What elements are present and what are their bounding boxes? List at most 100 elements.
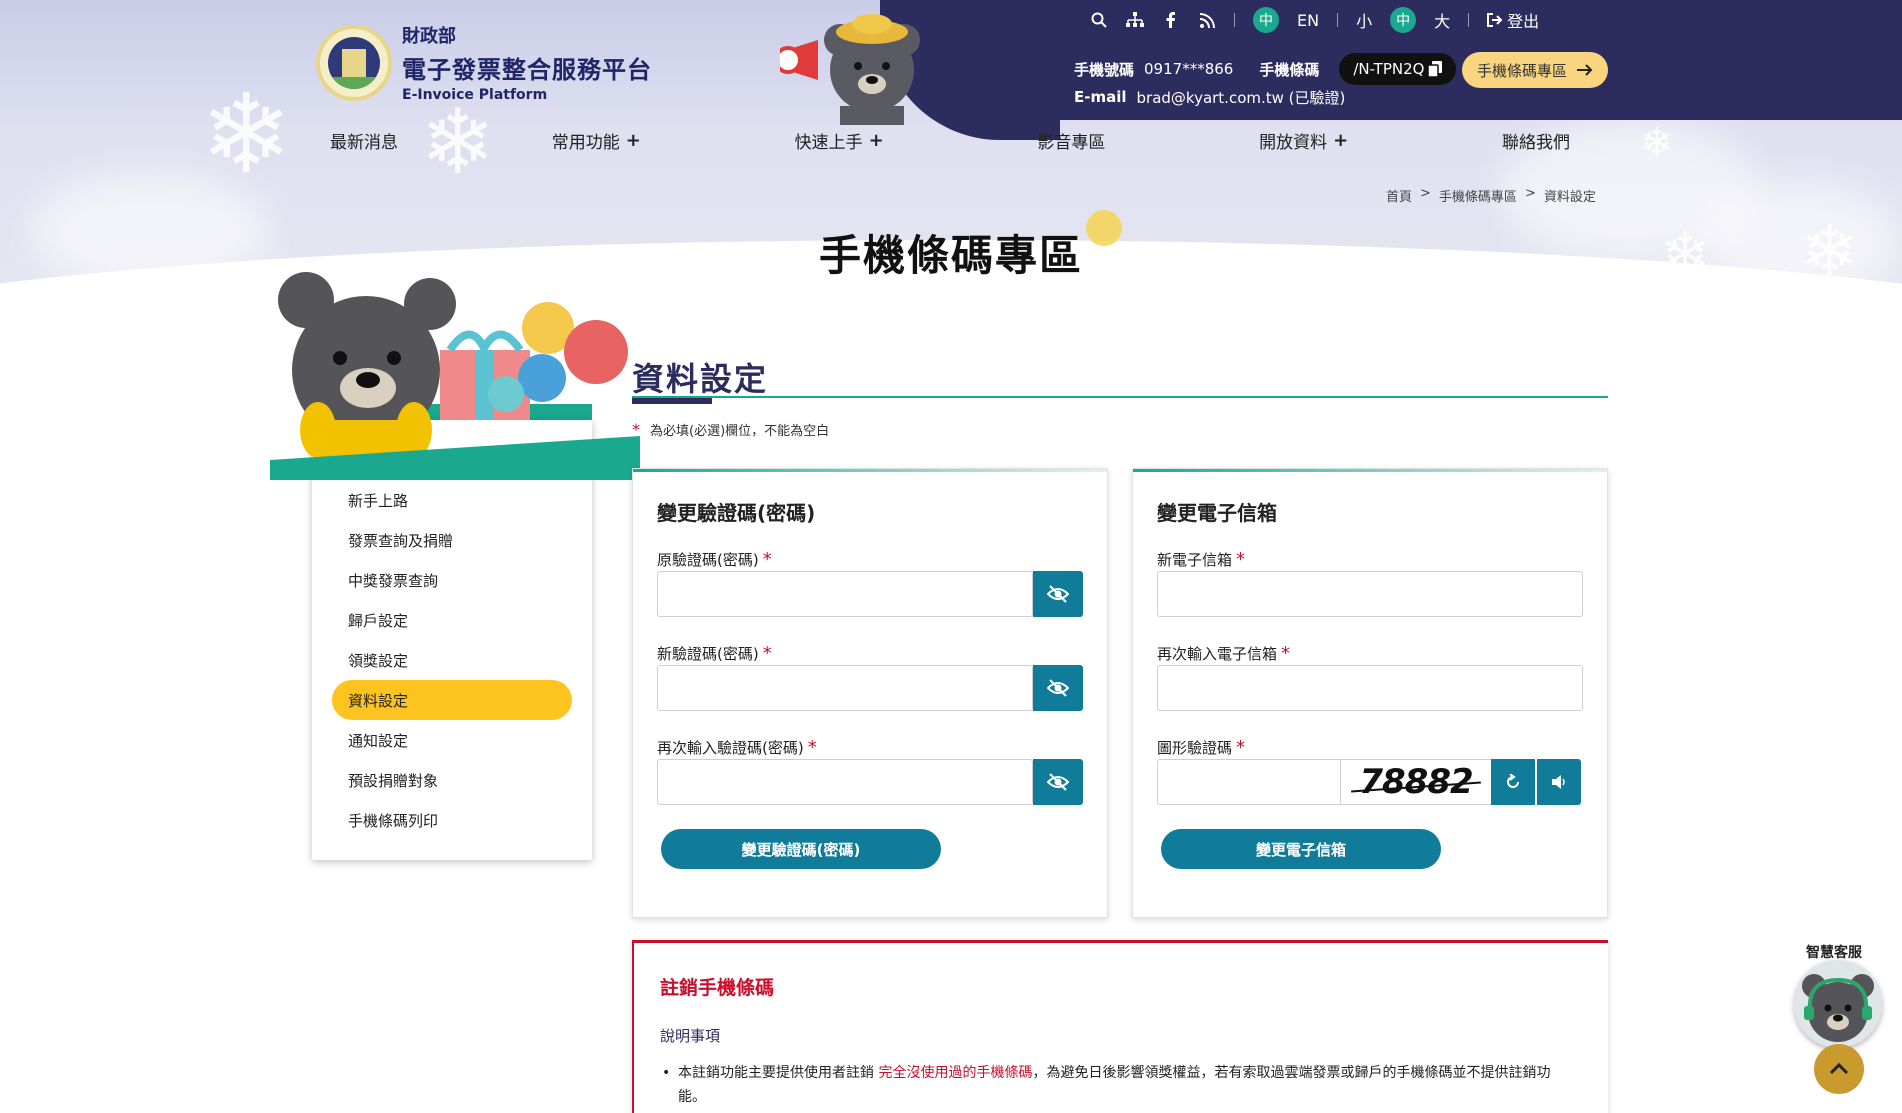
- confirm-password-label: 再次輸入驗證碼(密碼) *: [657, 737, 817, 758]
- captcha-input[interactable]: [1157, 759, 1341, 805]
- refresh-icon: [1507, 774, 1519, 788]
- carrier-value: /N-TPN2Q: [1353, 60, 1425, 78]
- sidebar-item[interactable]: 中獎發票查詢: [332, 560, 572, 600]
- toggle-visibility-button[interactable]: [1033, 759, 1083, 805]
- main-nav: 最新消息 常用功能 + 快速上手 + 影音專區 開放資料 + 聯絡我們: [330, 128, 1570, 153]
- breadcrumb-separator: >: [1420, 186, 1431, 201]
- required-star: *: [632, 420, 640, 439]
- site-logo[interactable]: 財政部 電子發票整合服務平台 E-Invoice Platform: [316, 22, 652, 103]
- confirm-email-label: 再次輸入電子信箱 *: [1157, 643, 1291, 664]
- logout-button[interactable]: 登出: [1487, 8, 1539, 32]
- lang-zh-button[interactable]: 中: [1253, 7, 1279, 33]
- confirm-password-input[interactable]: [657, 759, 1033, 805]
- captcha-text: 78882: [1359, 762, 1473, 802]
- cancel-panel-description: 本註銷功能主要提供使用者註銷 完全沒使用過的手機條碼，為避免日後影響領獎權益，若…: [662, 1061, 1578, 1109]
- sitemap-icon[interactable]: [1126, 11, 1144, 29]
- eye-slash-icon: [1047, 679, 1069, 697]
- nav-item[interactable]: 影音專區: [1037, 128, 1105, 153]
- chatbot-avatar[interactable]: [1794, 960, 1882, 1048]
- logout-label: 登出: [1507, 12, 1540, 31]
- new-email-input[interactable]: [1157, 571, 1583, 617]
- cancel-barcode-panel: 註銷手機條碼 說明事項 本註銷功能主要提供使用者註銷 完全沒使用過的手機條碼，為…: [632, 940, 1608, 1113]
- divider: [1234, 13, 1235, 27]
- rss-icon[interactable]: [1198, 11, 1216, 29]
- font-large-button[interactable]: 大: [1434, 8, 1450, 32]
- sidebar-item[interactable]: 手機條碼列印: [332, 800, 572, 840]
- logo-dept: 財政部: [402, 26, 456, 47]
- breadcrumb-separator: >: [1524, 186, 1536, 201]
- nav-item[interactable]: 開放資料 +: [1259, 128, 1348, 153]
- user-info: 手機號碼 0917***866 手機條碼 /N-TPN2Q E-mail bra…: [1074, 53, 1457, 110]
- cancel-panel-title: 註銷手機條碼: [660, 977, 775, 999]
- plus-icon: +: [1333, 130, 1349, 151]
- sidebar-menu: 新手上路 發票查詢及捐贈 中獎發票查詢 歸戶設定 領獎設定 資料設定 通知設定 預設捐贈對象手…: [332, 480, 572, 840]
- sidebar-item[interactable]: 新手上路: [332, 480, 572, 520]
- nav-item[interactable]: 最新消息: [330, 128, 398, 153]
- nav-item-label: 最新消息: [330, 133, 398, 153]
- required-note: * 為必填(必選)欄位，不能為空白: [632, 420, 829, 439]
- change-password-panel: 變更驗證碼(密碼) 原驗證碼(密碼) * 新驗證碼(密碼) * 再次輸入驗證碼(密碼…: [632, 468, 1108, 918]
- sidebar-item[interactable]: 領獎設定: [332, 640, 572, 680]
- password-panel-title: 變更驗證碼(密碼): [657, 501, 816, 525]
- refresh-captcha-button[interactable]: [1491, 759, 1535, 805]
- change-email-panel: 變更電子信箱 新電子信箱 * 再次輸入電子信箱 * 圖形驗證碼 * 78882 變更電…: [1132, 468, 1608, 918]
- carrier-copy-pill[interactable]: /N-TPN2Q: [1339, 53, 1457, 85]
- bear-headset-icon: [1802, 974, 1874, 1042]
- search-icon[interactable]: [1090, 11, 1108, 29]
- nav-item-label: 快速上手: [794, 133, 863, 153]
- breadcrumb: 首頁 > 手機條碼專區 > 資料設定: [1386, 186, 1596, 205]
- plus-icon: +: [625, 130, 641, 151]
- nav-item-label: 影音專區: [1037, 133, 1106, 153]
- email-label: E-mail: [1074, 88, 1127, 106]
- mobile-barcode-zone-button[interactable]: 手機條碼專區: [1462, 52, 1608, 88]
- captcha-image: 78882: [1341, 759, 1491, 805]
- arrow-right-icon: [1577, 64, 1593, 76]
- email-panel-title: 變更電子信箱: [1157, 501, 1277, 525]
- change-email-button[interactable]: 變更電子信箱: [1161, 829, 1441, 869]
- font-small-button[interactable]: 小: [1356, 8, 1372, 32]
- logo-title: 電子發票整合服務平台: [402, 56, 652, 84]
- back-to-top-button[interactable]: [1814, 1044, 1864, 1094]
- phone-value: 0917***866: [1144, 60, 1234, 78]
- copy-icon: [1428, 61, 1443, 77]
- chevron-up-icon: [1829, 1063, 1849, 1075]
- speaker-icon: [1552, 775, 1565, 789]
- cancel-panel-subtitle: 說明事項: [660, 1027, 721, 1045]
- chatbot-label: 智慧客服: [1806, 945, 1862, 961]
- sidebar-item[interactable]: 通知設定: [332, 720, 572, 760]
- sidebar-item[interactable]: 歸戶設定: [332, 600, 572, 640]
- lang-en-button[interactable]: EN: [1297, 11, 1319, 30]
- captcha-label: 圖形驗證碼 *: [1157, 737, 1246, 758]
- font-medium-button[interactable]: 中: [1390, 7, 1417, 33]
- utility-bar: 中 EN 小 中 大 登出: [1090, 7, 1539, 33]
- eye-slash-icon: [1047, 585, 1069, 603]
- sidebar-item[interactable]: 資料設定: [332, 680, 572, 720]
- breadcrumb-item[interactable]: 首頁: [1386, 186, 1412, 205]
- plus-icon: +: [868, 130, 884, 151]
- new-password-label: 新驗證碼(密碼) *: [657, 643, 772, 664]
- logo-title-en: E-Invoice Platform: [402, 87, 548, 103]
- ministry-seal-icon: [316, 24, 392, 101]
- carrier-label: 手機條碼: [1259, 60, 1320, 79]
- new-password-input[interactable]: [657, 665, 1033, 711]
- section-title: 資料設定: [632, 360, 769, 398]
- facebook-icon[interactable]: [1162, 11, 1180, 29]
- divider: [1468, 13, 1470, 27]
- new-email-label: 新電子信箱 *: [1157, 549, 1246, 570]
- required-note-text: 為必填(必選)欄位，不能為空白: [650, 424, 830, 439]
- toggle-visibility-button[interactable]: [1033, 665, 1083, 711]
- sidebar-item[interactable]: 預設捐贈對象: [332, 760, 572, 800]
- nav-item[interactable]: 快速上手 +: [795, 128, 884, 153]
- sidebar-item[interactable]: 發票查詢及捐贈: [332, 520, 572, 560]
- nav-item-label: 開放資料: [1259, 133, 1328, 153]
- old-password-input[interactable]: [657, 571, 1033, 617]
- toggle-visibility-button[interactable]: [1033, 571, 1083, 617]
- nav-item[interactable]: 聯絡我們: [1502, 128, 1570, 153]
- audio-captcha-button[interactable]: [1537, 759, 1581, 805]
- breadcrumb-item[interactable]: 手機條碼專區: [1439, 186, 1517, 205]
- change-password-button[interactable]: 變更驗證碼(密碼): [661, 829, 941, 869]
- old-password-label: 原驗證碼(密碼) *: [657, 549, 772, 570]
- confirm-email-input[interactable]: [1157, 665, 1583, 711]
- nav-item[interactable]: 常用功能 +: [552, 128, 641, 153]
- phone-label: 手機號碼: [1074, 60, 1135, 79]
